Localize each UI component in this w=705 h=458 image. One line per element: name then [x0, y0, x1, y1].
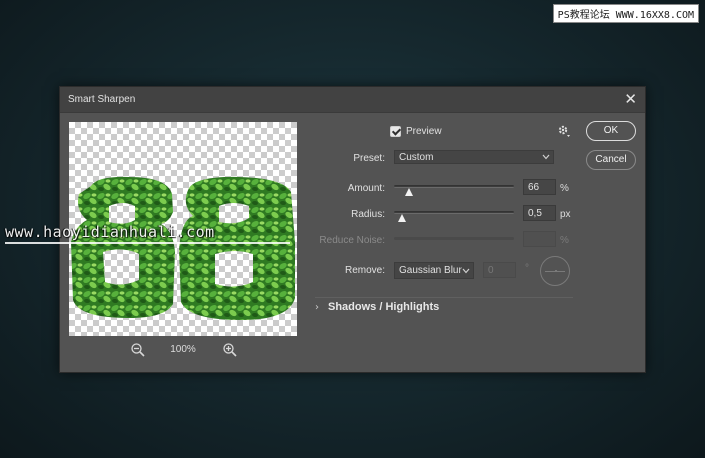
reduce-noise-slider[interactable]: [394, 237, 514, 240]
zoom-controls: 100%: [130, 342, 240, 358]
amount-field[interactable]: 66: [523, 179, 556, 195]
radius-slider-thumb[interactable]: [398, 214, 406, 222]
amount-label: Amount:: [347, 183, 385, 194]
dialog-titlebar[interactable]: Smart Sharpen ✕: [60, 87, 645, 113]
reduce-noise-label: Reduce Noise:: [319, 235, 385, 246]
cancel-button[interactable]: Cancel: [586, 150, 636, 170]
chevron-right-icon[interactable]: ›: [315, 302, 319, 313]
close-icon[interactable]: ✕: [624, 91, 637, 107]
radius-unit: px: [560, 209, 571, 220]
reduce-noise-field[interactable]: [523, 231, 556, 247]
zoom-out-icon[interactable]: [130, 342, 146, 358]
angle-field[interactable]: 0: [483, 262, 516, 278]
amount-slider-thumb[interactable]: [405, 188, 413, 196]
watermark-underline: [5, 242, 290, 244]
chevron-down-icon: [462, 268, 470, 274]
remove-label: Remove:: [344, 265, 385, 276]
remove-dropdown[interactable]: Gaussian Blur: [394, 262, 474, 279]
dialog-title: Smart Sharpen: [68, 94, 136, 105]
radius-slider[interactable]: [394, 211, 514, 214]
zoom-level: 100%: [170, 344, 196, 355]
zoom-in-icon[interactable]: [222, 342, 238, 358]
gear-icon[interactable]: [557, 124, 571, 138]
preset-dropdown[interactable]: Custom: [394, 150, 554, 164]
amount-unit: %: [560, 183, 569, 194]
forum-watermark: PS教程论坛 WWW.16XX8.COM: [552, 4, 699, 23]
site-watermark: www.haoyidianhuali.com: [5, 223, 215, 241]
angle-unit: °: [525, 263, 529, 274]
section-divider: [315, 297, 573, 298]
radius-value: 0,5: [528, 208, 542, 219]
radius-label: Radius:: [351, 209, 385, 220]
leaf-glyph-right: [179, 176, 295, 320]
radius-field[interactable]: 0,5: [523, 205, 556, 221]
preview-checkbox[interactable]: [390, 126, 401, 137]
ok-button[interactable]: OK: [586, 121, 636, 141]
shadows-highlights-toggle[interactable]: Shadows / Highlights: [328, 301, 439, 313]
preset-label: Preset:: [353, 153, 385, 164]
preview-label: Preview: [406, 126, 442, 137]
reduce-noise-unit: %: [560, 235, 569, 246]
chevron-down-icon: [542, 154, 550, 160]
angle-dial[interactable]: [540, 256, 570, 286]
angle-value: 0: [488, 265, 494, 276]
amount-value: 66: [528, 182, 540, 193]
leaf-glyph-left: [71, 176, 175, 318]
preset-value: Custom: [399, 152, 434, 163]
remove-value: Gaussian Blur: [399, 265, 462, 276]
